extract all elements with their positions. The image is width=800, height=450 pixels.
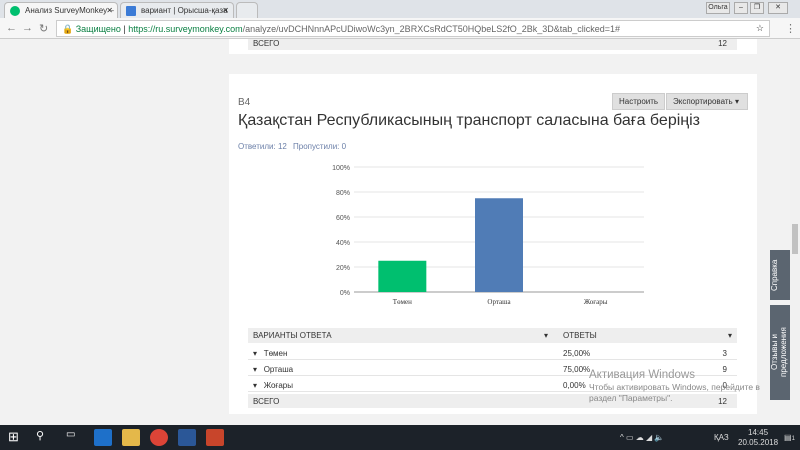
task-view-icon[interactable]: ▭ xyxy=(66,429,84,446)
back-icon[interactable]: ← xyxy=(6,22,17,34)
time: 14:45 xyxy=(748,428,769,437)
close-window-button[interactable]: ✕ xyxy=(768,2,788,14)
option-label: Төмен xyxy=(263,349,288,358)
tab-label: вариант | Орысша-қаза xyxy=(141,6,228,15)
y-tick-label: 80% xyxy=(336,190,350,197)
y-tick-label: 20% xyxy=(336,265,350,272)
bar[interactable] xyxy=(378,260,427,292)
tab-surveymonkey[interactable]: Анализ SurveyMonkey – ✕ xyxy=(4,2,118,18)
forward-icon[interactable]: → xyxy=(22,22,33,34)
activation-text: Чтобы активировать Windows, перейдите в xyxy=(589,382,760,392)
expand-icon[interactable]: ▾ xyxy=(253,349,257,358)
site-icon xyxy=(126,6,136,16)
total-value: 12 xyxy=(718,39,727,48)
x-tick-label: Төмен xyxy=(393,298,412,306)
header-options[interactable]: ВАРИАНТЫ ОТВЕТА xyxy=(253,331,332,340)
answered-count: Ответили: 12 xyxy=(238,142,287,151)
url-host: https://ru.surveymonkey.com xyxy=(128,24,243,34)
previous-question-card: ВСЕГО 12 xyxy=(229,39,757,54)
profile-button[interactable]: Ольга xyxy=(706,2,730,14)
x-tick-label: Орташа xyxy=(487,298,511,306)
tray-icons[interactable]: ^ ▭ ☁ ◢ 🔈 xyxy=(620,433,664,442)
expand-icon[interactable]: ▾ xyxy=(253,365,257,374)
reload-icon[interactable]: ↻ xyxy=(39,22,48,35)
sort-icon[interactable]: ▾ xyxy=(544,331,548,340)
close-icon[interactable]: ✕ xyxy=(222,6,229,15)
url-path: /analyze/uvDCHNnnAPcUDiwoWc3yn_2BRXCsRdC… xyxy=(242,24,621,34)
question-title: Қазақстан Республикасының транспорт сала… xyxy=(238,112,700,129)
option-percent: 25,00% xyxy=(563,349,591,358)
taskbar: ⊞ ⚲ ▭ ^ ▭ ☁ ◢ 🔈 ҚАЗ 14:45 20.05.2018 ▤1 xyxy=(0,425,800,450)
bar[interactable] xyxy=(475,198,523,292)
option-percent: 0,00% xyxy=(563,381,586,390)
tab-variant[interactable]: вариант | Орысша-қаза ✕ xyxy=(120,2,234,18)
windows-activation-notice: Активация Windows Чтобы активировать Wind… xyxy=(589,369,760,404)
notification-count: 1 xyxy=(791,436,795,442)
sort-icon[interactable]: ▾ xyxy=(728,331,732,340)
chrome-icon[interactable] xyxy=(150,429,168,446)
menu-icon[interactable]: ⋮ xyxy=(785,22,796,35)
powerpoint-icon[interactable] xyxy=(206,429,224,446)
date: 20.05.2018 xyxy=(738,438,779,447)
secure-label: Защищено xyxy=(75,24,121,34)
x-tick-label: Жоғары xyxy=(584,298,608,306)
question-number: В4 xyxy=(238,97,251,108)
tab-bar: Анализ SurveyMonkey – ✕ вариант | Орысша-… xyxy=(0,0,800,18)
y-tick-label: 100% xyxy=(332,165,350,172)
y-tick-label: 60% xyxy=(336,215,350,222)
help-tab[interactable]: Справка xyxy=(770,250,790,300)
close-icon[interactable]: ✕ xyxy=(106,6,113,15)
option-label: Орташа xyxy=(263,365,294,374)
table-row: ▾ Төмен 25,00% 3 xyxy=(248,346,737,360)
clock[interactable]: 14:45 20.05.2018 xyxy=(738,428,778,448)
star-icon[interactable]: ☆ xyxy=(756,23,764,34)
option-count: 3 xyxy=(722,349,727,358)
option-percent: 75,00% xyxy=(563,365,591,374)
total-label: ВСЕГО xyxy=(253,39,280,48)
minimize-button[interactable]: – xyxy=(734,2,748,14)
export-button[interactable]: Экспортировать ▾ xyxy=(666,93,748,110)
language-indicator[interactable]: ҚАЗ xyxy=(714,433,729,442)
total-label: ВСЕГО xyxy=(253,397,280,406)
expand-icon[interactable]: ▾ xyxy=(253,381,257,390)
export-label: Экспортировать xyxy=(673,97,733,106)
question-card: В4 Настроить Экспортировать ▾ Қазақстан … xyxy=(229,74,757,414)
customize-button[interactable]: Настроить xyxy=(612,93,666,110)
address-bar-area: ← → ↻ 🔒 Защищено | https://ru.surveymonk… xyxy=(0,18,800,39)
new-tab-button[interactable] xyxy=(236,2,258,18)
bar-chart: 0% 20% 40% 60% 80% 100% Төмен Орташа Жоғары xyxy=(332,165,644,306)
skipped-count: Пропустили: 0 xyxy=(293,142,347,151)
surveymonkey-icon xyxy=(10,6,20,16)
tab-label: Анализ SurveyMonkey – xyxy=(25,6,114,15)
word-icon[interactable] xyxy=(178,429,196,446)
url-input[interactable]: 🔒 Защищено | https://ru.surveymonkey.com… xyxy=(56,20,770,37)
header-responses[interactable]: ОТВЕТЫ xyxy=(563,331,597,340)
explorer-icon[interactable] xyxy=(122,429,140,446)
edge-icon[interactable] xyxy=(94,429,112,446)
feedback-tab[interactable]: Отзывы и предложения xyxy=(770,305,790,400)
caret-down-icon: ▾ xyxy=(734,97,739,106)
notification-icon[interactable]: ▤1 xyxy=(784,433,795,442)
page-content: ВСЕГО 12 В4 Настроить Экспортировать ▾ Қа… xyxy=(0,39,790,425)
activation-text: раздел "Параметры". xyxy=(589,393,673,403)
y-tick-label: 0% xyxy=(340,290,350,297)
table-header: ВАРИАНТЫ ОТВЕТА ▾ ОТВЕТЫ ▾ xyxy=(248,328,737,343)
activation-title: Активация Windows xyxy=(589,369,695,381)
scrollbar[interactable] xyxy=(790,39,800,425)
lock-icon: 🔒 xyxy=(62,24,74,34)
option-label: Жоғары xyxy=(263,381,293,390)
maximize-button[interactable]: ❐ xyxy=(750,2,764,14)
scroll-thumb[interactable] xyxy=(792,224,798,254)
total-row: ВСЕГО 12 xyxy=(248,39,737,50)
y-tick-label: 40% xyxy=(336,240,350,247)
windows-start-icon[interactable]: ⊞ xyxy=(8,429,26,446)
search-icon[interactable]: ⚲ xyxy=(36,429,54,446)
